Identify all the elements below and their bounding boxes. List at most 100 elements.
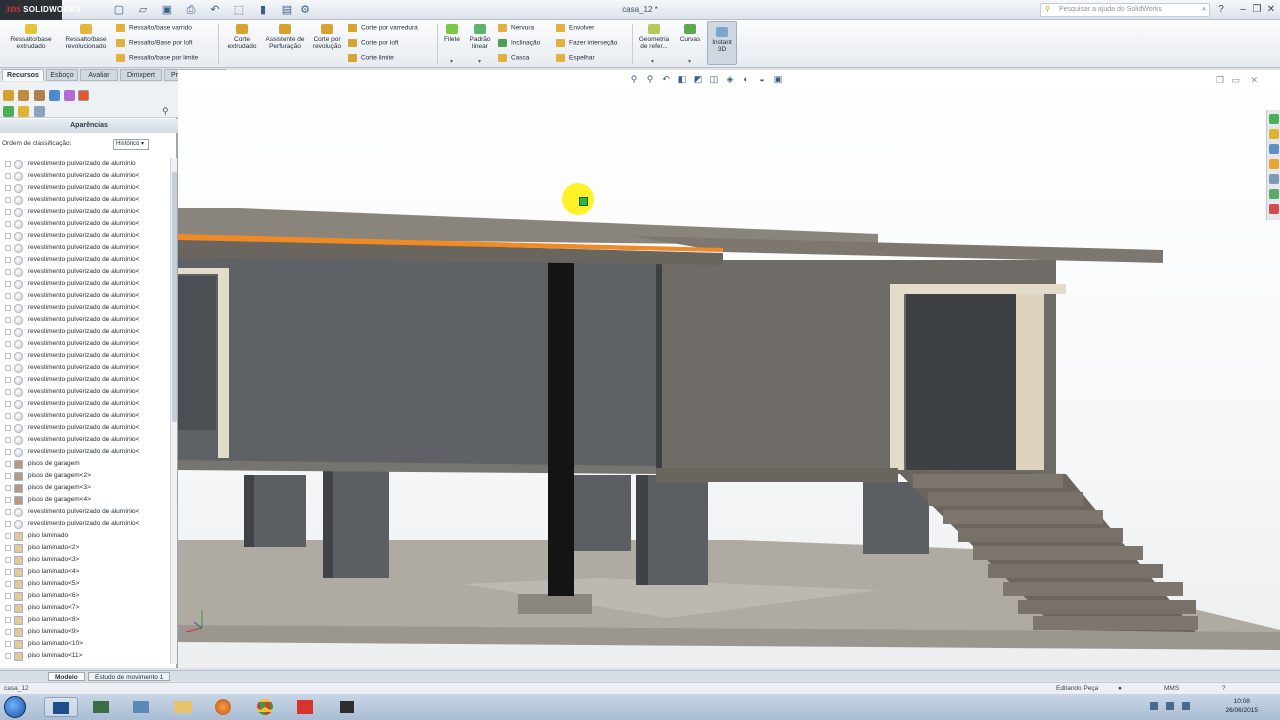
view-settings-icon[interactable]: ▣	[772, 73, 784, 85]
expand-toggle-icon[interactable]	[5, 641, 11, 647]
expand-toggle-icon[interactable]	[5, 269, 11, 275]
feature-manager-icon[interactable]	[3, 90, 14, 101]
appearance-list-item[interactable]: revestimento pulverizado de alumínio<	[0, 506, 168, 518]
taskbar-app[interactable]	[248, 697, 282, 717]
appearance-list-item[interactable]: piso laminado<9>	[0, 626, 168, 638]
appearance-list-item[interactable]: revestimento pulverizado de alumínio<	[0, 182, 168, 194]
previous-view-icon[interactable]: ↶	[660, 73, 672, 85]
tab-esboco[interactable]: Esboço	[46, 69, 78, 81]
expand-toggle-icon[interactable]	[5, 329, 11, 335]
expand-toggle-icon[interactable]	[5, 425, 11, 431]
solidworks-resources-icon[interactable]	[1269, 114, 1279, 124]
expand-toggle-icon[interactable]	[5, 473, 11, 479]
appearance-list-item[interactable]: revestimento pulverizado de alumínio<	[0, 446, 168, 458]
search-go-icon[interactable]: ⌕	[1202, 4, 1206, 16]
appearance-list-item[interactable]: revestimento pulverizado de alumínio<	[0, 314, 168, 326]
zoom-to-area-icon[interactable]: ⚲	[644, 73, 656, 85]
appearance-list-item[interactable]: revestimento pulverizado de alumínio<	[0, 386, 168, 398]
taskbar-app[interactable]	[330, 697, 364, 717]
expand-toggle-icon[interactable]	[5, 617, 11, 623]
wrap-button[interactable]: Envolver	[556, 24, 594, 32]
appearance-list-item[interactable]: revestimento pulverizado de alumínio<	[0, 338, 168, 350]
expand-toggle-icon[interactable]	[5, 593, 11, 599]
lofted-cut-button[interactable]: Corte por loft	[348, 39, 399, 47]
expand-toggle-icon[interactable]	[5, 245, 11, 251]
expand-toggle-icon[interactable]	[5, 185, 11, 191]
expand-toggle-icon[interactable]	[5, 545, 11, 551]
taskbar-app-active[interactable]	[44, 697, 78, 717]
draft-button[interactable]: Inclinação	[498, 39, 540, 47]
appearance-list-item[interactable]: revestimento pulverizado de alumínio<	[0, 302, 168, 314]
shell-button[interactable]: Casca	[498, 54, 529, 62]
zoom-to-fit-icon[interactable]: ⚲	[628, 73, 640, 85]
file-explorer-icon[interactable]	[1269, 144, 1279, 154]
expand-toggle-icon[interactable]	[5, 353, 11, 359]
linear-pattern-button[interactable]: Padrão linear	[466, 24, 494, 50]
expand-toggle-icon[interactable]	[5, 233, 11, 239]
expand-toggle-icon[interactable]	[5, 365, 11, 371]
appearance-list-item[interactable]: revestimento pulverizado de alumínio<	[0, 170, 168, 182]
expand-toggle-icon[interactable]	[5, 221, 11, 227]
expand-toggle-icon[interactable]	[5, 209, 11, 215]
boundary-boss-button[interactable]: Ressalto/base por limite	[116, 54, 198, 62]
appearances-scenes-icon[interactable]	[1269, 174, 1279, 184]
appearance-list-item[interactable]: pisos de garagem<2>	[0, 470, 168, 482]
viewport-tile-icon[interactable]: ▭	[1231, 75, 1240, 86]
decals-icon[interactable]	[18, 106, 29, 117]
appearance-list-item[interactable]: revestimento pulverizado de alumínio<	[0, 434, 168, 446]
appearance-list-item[interactable]: revestimento pulverizado de alumínio<	[0, 374, 168, 386]
appearance-list-item[interactable]: revestimento pulverizado de alumínio<	[0, 242, 168, 254]
tray-network-icon[interactable]	[1150, 702, 1158, 710]
expand-toggle-icon[interactable]	[5, 401, 11, 407]
tab-modelo[interactable]: Modelo	[48, 672, 85, 681]
show-appearances-icon[interactable]	[3, 106, 14, 117]
expand-toggle-icon[interactable]	[5, 413, 11, 419]
expand-toggle-icon[interactable]	[5, 521, 11, 527]
status-units[interactable]: MMS	[1164, 683, 1179, 694]
appearance-list-item[interactable]: revestimento pulverizado de alumínio<	[0, 362, 168, 374]
help-icon[interactable]: ?	[1214, 3, 1228, 16]
mirror-button[interactable]: Espelhar	[556, 54, 595, 62]
appearance-list-item[interactable]: piso laminado<11>	[0, 650, 168, 662]
extruded-boss-button[interactable]: Ressalto/base extrudado	[4, 24, 58, 50]
appearance-list-item[interactable]: revestimento pulverizado de alumínio<	[0, 266, 168, 278]
restore-button[interactable]: ❐	[1250, 3, 1264, 16]
tray-flag-icon[interactable]	[1182, 702, 1190, 710]
intersect-button[interactable]: Fazer interseção	[556, 39, 617, 47]
appearance-list-item[interactable]: revestimento pulverizado de alumínio<	[0, 410, 168, 422]
expand-toggle-icon[interactable]	[5, 449, 11, 455]
swept-boss-button[interactable]: Ressalto/base varrido	[116, 24, 192, 32]
filter-icon[interactable]: ⚲	[162, 106, 173, 117]
lofted-boss-button[interactable]: Ressalto/Base por loft	[116, 39, 193, 47]
expand-toggle-icon[interactable]	[5, 629, 11, 635]
view-palette-icon[interactable]	[1269, 159, 1279, 169]
tray-volume-icon[interactable]	[1166, 702, 1174, 710]
appearance-list-item[interactable]: revestimento pulverizado de alumínio<	[0, 422, 168, 434]
appearance-list-item[interactable]: piso laminado<7>	[0, 602, 168, 614]
start-button[interactable]	[4, 696, 26, 718]
graphics-area[interactable]: ⚲ ⚲ ↶ ◧ ◩ ◫ ◈ ◐ ◒ ▣ ❐ ▭ ✕	[178, 70, 1280, 668]
appearance-list-item[interactable]: piso laminado<8>	[0, 614, 168, 626]
viewport-close-icon[interactable]: ✕	[1250, 75, 1258, 86]
expand-toggle-icon[interactable]	[5, 341, 11, 347]
expand-toggle-icon[interactable]	[5, 389, 11, 395]
appearance-list-item[interactable]: piso laminado<6>	[0, 590, 168, 602]
expand-toggle-icon[interactable]	[5, 461, 11, 467]
hole-wizard-button[interactable]: Assistente de Perfuração	[264, 24, 306, 50]
expand-toggle-icon[interactable]	[5, 293, 11, 299]
appearance-list-item[interactable]: revestimento pulverizado de alumínio<	[0, 290, 168, 302]
expand-toggle-icon[interactable]	[5, 581, 11, 587]
expand-toggle-icon[interactable]	[5, 437, 11, 443]
forum-icon[interactable]	[1269, 204, 1279, 214]
apply-scene-icon[interactable]: ◒	[756, 73, 768, 85]
rib-button[interactable]: Nervura	[498, 24, 534, 32]
taskbar-app[interactable]	[206, 697, 240, 717]
edit-appearance-icon[interactable]: ◐	[740, 73, 752, 85]
rebuild-status-icon[interactable]: ●	[1118, 683, 1122, 694]
appearances-tab-icon[interactable]	[78, 90, 89, 101]
expand-toggle-icon[interactable]	[5, 317, 11, 323]
taskbar-app[interactable]	[288, 697, 322, 717]
appearance-list-item[interactable]: piso laminado<5>	[0, 578, 168, 590]
system-clock[interactable]: 10:08 26/06/2015	[1225, 697, 1258, 715]
tab-recursos[interactable]: Recursos	[2, 69, 44, 81]
